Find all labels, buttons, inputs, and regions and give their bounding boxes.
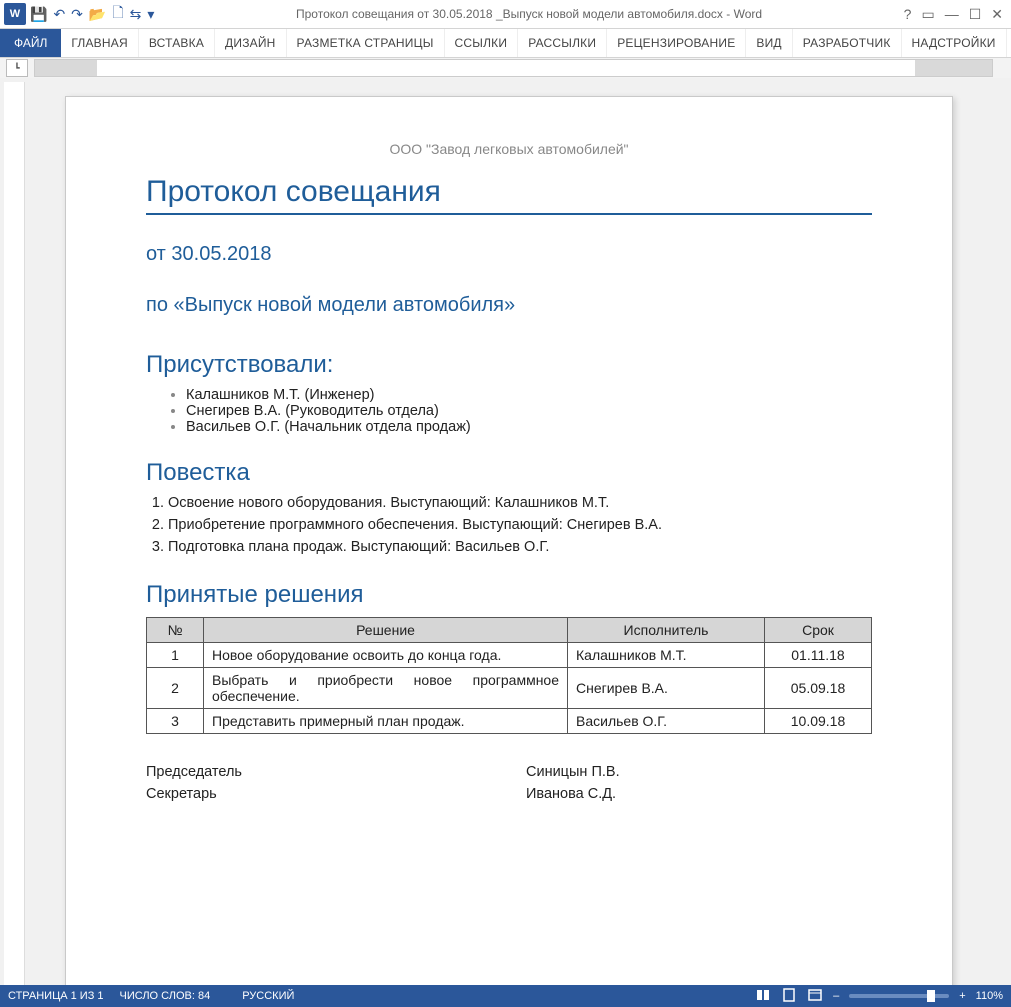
- maximize-icon[interactable]: ☐: [969, 6, 982, 23]
- qat-redo-icon[interactable]: ↷: [71, 6, 83, 23]
- view-controls: – + 110%: [755, 987, 1003, 1006]
- status-bar: СТРАНИЦА 1 ИЗ 1 ЧИСЛО СЛОВ: 84 РУССКИЙ –…: [0, 985, 1011, 1007]
- list-item: Снегирев В.А. (Руководитель отдела): [186, 403, 872, 419]
- window-title: Протокол совещания от 30.05.2018 _Выпуск…: [154, 7, 903, 21]
- attendee: Калашников М.Т. (Инженер): [186, 387, 374, 403]
- agenda-heading: Повестка: [146, 459, 872, 487]
- sign-name: Иванова С.Д.: [526, 786, 616, 802]
- col-deadline: Срок: [765, 618, 872, 643]
- col-executor: Исполнитель: [568, 618, 765, 643]
- decisions-heading: Принятые решения: [146, 581, 872, 609]
- ribbon-tabs: ФАЙЛ ГЛАВНАЯ ВСТАВКА ДИЗАЙН РАЗМЕТКА СТР…: [0, 29, 1011, 58]
- zoom-out-icon[interactable]: –: [833, 990, 839, 1002]
- qat-more-icon[interactable]: ▾: [147, 6, 154, 23]
- tab-layout[interactable]: РАЗМЕТКА СТРАНИЦЫ: [287, 29, 445, 57]
- ribbon-opts-icon[interactable]: ▭: [921, 6, 934, 23]
- tab-selector[interactable]: ┗: [6, 59, 28, 77]
- qat-undo-icon[interactable]: ↶: [53, 6, 65, 23]
- word-logo-icon: W: [4, 3, 26, 25]
- zoom-value[interactable]: 110%: [976, 990, 1003, 1002]
- table-header-row: № Решение Исполнитель Срок: [147, 618, 872, 643]
- cell-num: 2: [147, 668, 204, 709]
- cell-dec: Новое оборудование освоить до конца года…: [204, 643, 568, 668]
- cell-date: 10.09.18: [765, 709, 872, 734]
- list-item: Освоение нового оборудования. Выступающи…: [168, 495, 872, 511]
- tab-addins[interactable]: НАДСТРОЙКИ: [902, 29, 1007, 57]
- sign-role: Секретарь: [146, 786, 526, 802]
- cell-date: 05.09.18: [765, 668, 872, 709]
- read-mode-icon[interactable]: [755, 987, 771, 1006]
- zoom-slider[interactable]: [849, 994, 949, 998]
- web-layout-icon[interactable]: [807, 987, 823, 1006]
- tab-home[interactable]: ГЛАВНАЯ: [61, 29, 138, 57]
- status-lang[interactable]: РУССКИЙ: [242, 990, 294, 1002]
- doc-date: от 30.05.2018: [146, 243, 872, 266]
- list-item: Подготовка плана продаж. Выступающий: Ва…: [168, 539, 872, 555]
- cell-exec: Васильев О.Г.: [568, 709, 765, 734]
- col-num: №: [147, 618, 204, 643]
- qat-save-icon[interactable]: 💾: [30, 6, 47, 23]
- org-name: ООО "Завод легковых автомобилей": [146, 141, 872, 157]
- list-item: Приобретение программного обеспечения. В…: [168, 517, 872, 533]
- tab-mailings[interactable]: РАССЫЛКИ: [518, 29, 607, 57]
- attendee: Васильев О.Г. (Начальник отдела продаж): [186, 419, 471, 435]
- attendees-list: Калашников М.Т. (Инженер) Снегирев В.А. …: [186, 387, 872, 435]
- table-row: 1 Новое оборудование освоить до конца го…: [147, 643, 872, 668]
- tab-review[interactable]: РЕЦЕНЗИРОВАНИЕ: [607, 29, 746, 57]
- window-controls: ? ▭ — ☐ ✕: [904, 6, 1003, 23]
- qat-nav-icon[interactable]: ⇆: [130, 6, 142, 23]
- decisions-table: № Решение Исполнитель Срок 1 Новое обору…: [146, 617, 872, 734]
- close-icon[interactable]: ✕: [991, 6, 1003, 23]
- cell-date: 01.11.18: [765, 643, 872, 668]
- cell-num: 1: [147, 643, 204, 668]
- attendee: Снегирев В.А. (Руководитель отдела): [186, 403, 439, 419]
- col-decision: Решение: [204, 618, 568, 643]
- title-bar: W 💾 ↶ ↷ 📂 🗋 ⇆ ▾ Протокол совещания от 30…: [0, 0, 1011, 29]
- table-row: 2 Выбрать и приобрести новое программное…: [147, 668, 872, 709]
- cell-exec: Калашников М.Т.: [568, 643, 765, 668]
- zoom-in-icon[interactable]: +: [959, 990, 965, 1002]
- doc-topic: по «Выпуск новой модели автомобиля»: [146, 294, 872, 317]
- list-item: Калашников М.Т. (Инженер): [186, 387, 872, 403]
- status-page[interactable]: СТРАНИЦА 1 ИЗ 1: [8, 990, 104, 1002]
- vertical-ruler[interactable]: [4, 82, 25, 985]
- tab-developer[interactable]: РАЗРАБОТЧИК: [793, 29, 902, 57]
- qat-open-icon[interactable]: 📂: [89, 6, 106, 23]
- quick-access-toolbar: 💾 ↶ ↷ 📂 🗋 ⇆ ▾: [30, 2, 154, 26]
- document-canvas[interactable]: ООО "Завод легковых автомобилей" Протоко…: [25, 78, 1011, 985]
- page[interactable]: ООО "Завод легковых автомобилей" Протоко…: [65, 96, 953, 985]
- attendees-heading: Присутствовали:: [146, 351, 872, 379]
- cell-exec: Снегирев В.А.: [568, 668, 765, 709]
- minimize-icon[interactable]: —: [945, 6, 959, 22]
- sign-name: Синицын П.В.: [526, 764, 620, 780]
- work-area: ООО "Завод легковых автомобилей" Протоко…: [0, 78, 1011, 985]
- tab-insert[interactable]: ВСТАВКА: [139, 29, 215, 57]
- table-row: 3 Представить примерный план продаж. Вас…: [147, 709, 872, 734]
- tab-references[interactable]: ССЫЛКИ: [445, 29, 519, 57]
- list-item: Васильев О.Г. (Начальник отдела продаж): [186, 419, 872, 435]
- cell-dec: Представить примерный план продаж.: [204, 709, 568, 734]
- zoom-thumb[interactable]: [927, 990, 935, 1002]
- tab-design[interactable]: ДИЗАЙН: [215, 29, 287, 57]
- sign-role: Председатель: [146, 764, 526, 780]
- signature-row: Секретарь Иванова С.Д.: [146, 786, 872, 802]
- print-layout-icon[interactable]: [781, 987, 797, 1006]
- horizontal-ruler[interactable]: [34, 59, 993, 77]
- horizontal-ruler-row: ┗: [0, 58, 1011, 79]
- tab-file[interactable]: ФАЙЛ: [0, 29, 61, 57]
- signature-row: Председатель Синицын П.В.: [146, 764, 872, 780]
- cell-num: 3: [147, 709, 204, 734]
- cell-dec: Выбрать и приобрести новое программное о…: [204, 668, 568, 709]
- tab-view[interactable]: ВИД: [746, 29, 792, 57]
- status-words[interactable]: ЧИСЛО СЛОВ: 84: [120, 990, 211, 1002]
- doc-title: Протокол совещания: [146, 175, 872, 215]
- agenda-list: Освоение нового оборудования. Выступающи…: [168, 495, 872, 555]
- help-icon[interactable]: ?: [904, 6, 912, 22]
- qat-new-icon[interactable]: 🗋: [112, 2, 123, 26]
